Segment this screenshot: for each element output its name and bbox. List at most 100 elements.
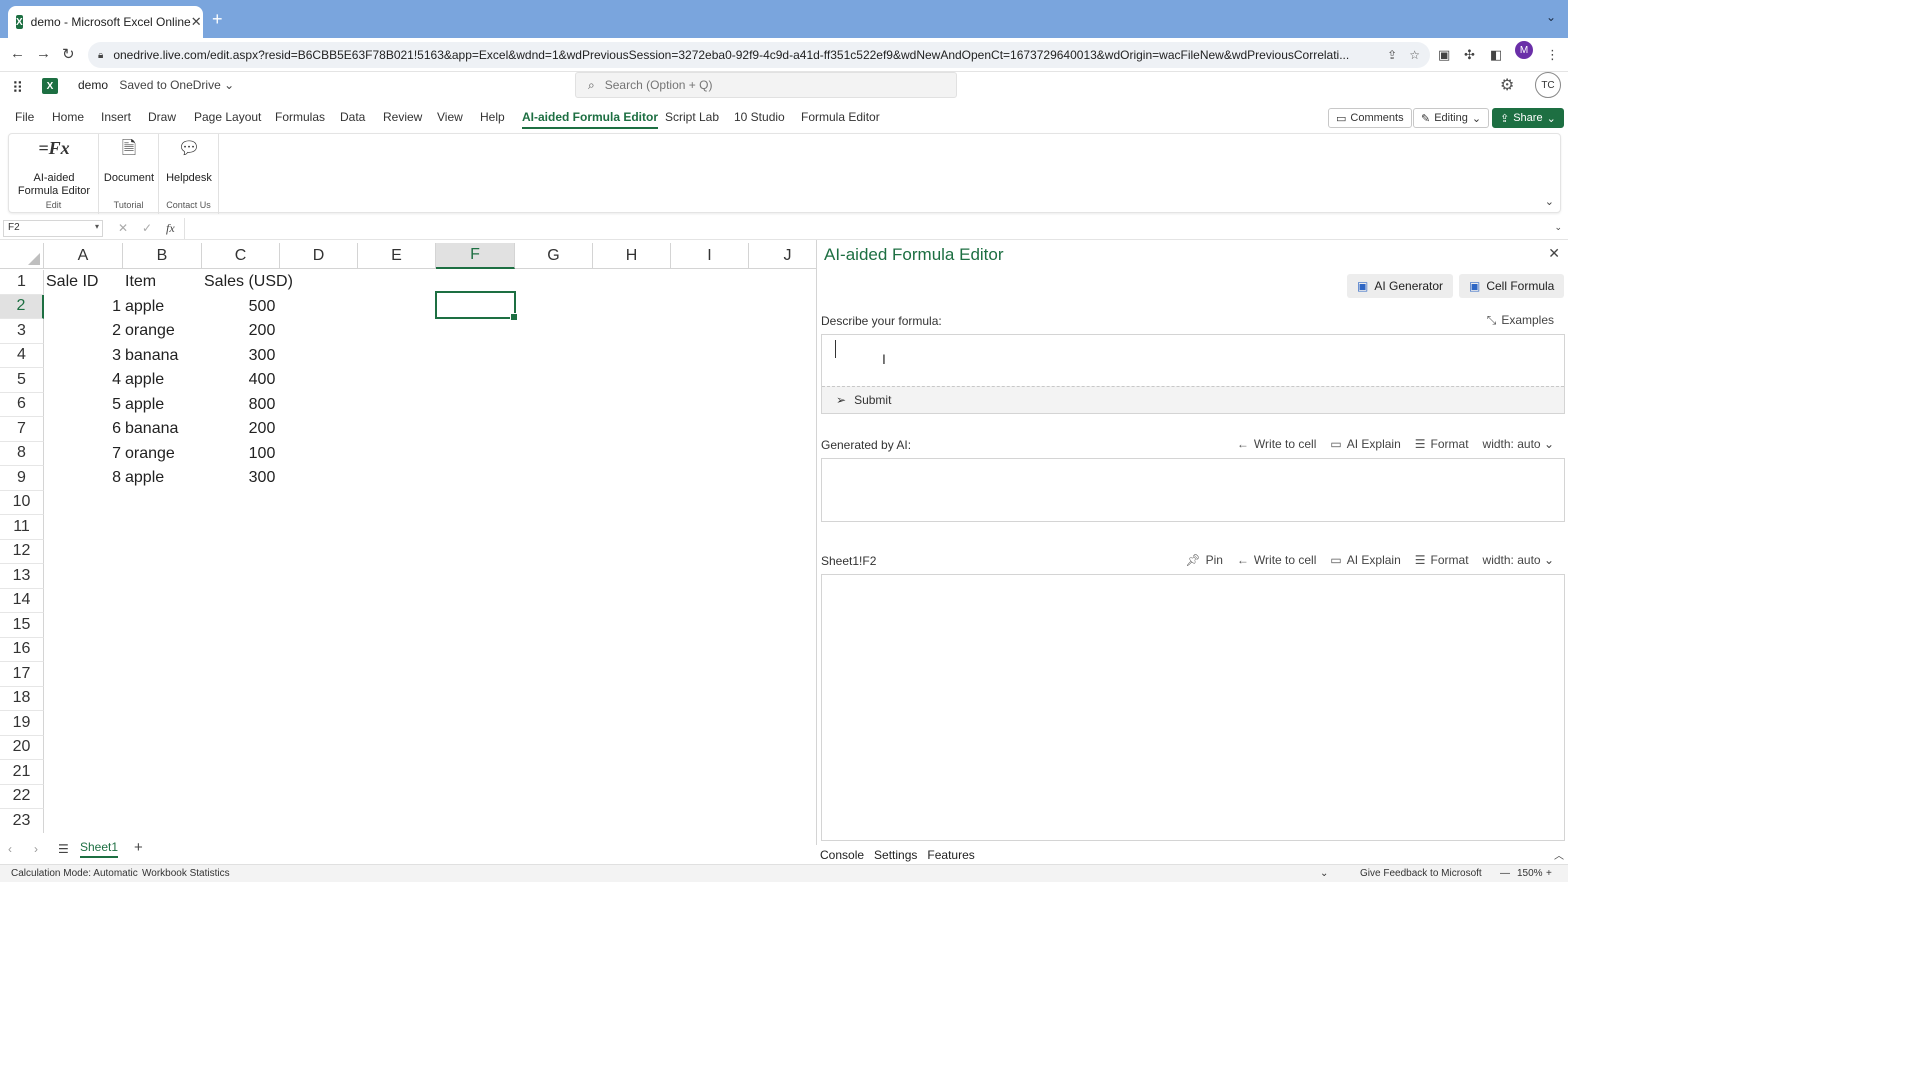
side-panel-icon[interactable]: ◧ — [1490, 47, 1502, 63]
tab-draw[interactable]: Draw — [148, 110, 176, 124]
column-header-d[interactable]: D — [280, 243, 358, 269]
tab-search-chevron-icon[interactable]: ⌄ — [1546, 10, 1556, 24]
cell-c3[interactable]: 200 — [222, 319, 302, 344]
name-box[interactable]: F2 ▾ — [3, 220, 103, 237]
sheet-tab-sheet1[interactable]: Sheet1 — [80, 840, 119, 858]
helpdesk-button[interactable]: 💬︎ Helpdesk — [159, 139, 219, 185]
cell-b2[interactable]: apple — [123, 295, 202, 320]
feedback-link[interactable]: Give Feedback to Microsoft — [1360, 868, 1482, 879]
column-header-i[interactable]: I — [671, 243, 749, 269]
tab-page-layout[interactable]: Page Layout — [194, 110, 261, 124]
browser-tab[interactable]: X demo - Microsoft Excel Online ✕ — [8, 6, 203, 38]
tab-ai-aided-formula-editor[interactable]: AI-aided Formula Editor — [522, 110, 659, 129]
width-select[interactable]: width: auto ⌄ — [1483, 437, 1554, 451]
ai-aided-formula-editor-button[interactable]: =Fx AI-aided Formula Editor — [13, 139, 95, 198]
cell-b3[interactable]: orange — [123, 319, 202, 344]
row-header[interactable]: 2 — [0, 294, 44, 319]
reload-icon[interactable]: ↻ — [62, 45, 75, 63]
ai-explain-button[interactable]: ▭ AI Explain — [1330, 437, 1400, 451]
puzzle-extensions-icon[interactable]: ✣ — [1464, 47, 1475, 63]
scroll-right-icon[interactable]: › — [34, 842, 38, 856]
confirm-check-icon[interactable]: ✓ — [142, 221, 152, 235]
row-header[interactable]: 11 — [0, 515, 44, 540]
tab-insert[interactable]: Insert — [101, 110, 131, 124]
write-to-cell-button[interactable]: ← Write to cell — [1237, 553, 1316, 567]
cell-c6[interactable]: 800 — [222, 393, 302, 418]
insert-function-icon[interactable]: fx — [166, 221, 175, 236]
tab-help[interactable]: Help — [480, 110, 505, 124]
row-header[interactable]: 4 — [0, 343, 44, 368]
row-header[interactable]: 16 — [0, 637, 44, 662]
tab-file[interactable]: File — [15, 110, 34, 124]
comments-button[interactable]: ▭ Comments — [1328, 108, 1412, 128]
tab-10-studio[interactable]: 10 Studio — [734, 110, 785, 124]
row-header[interactable]: 22 — [0, 784, 44, 809]
scroll-left-icon[interactable]: ‹ — [8, 842, 12, 856]
format-button[interactable]: ☰ Format — [1415, 553, 1469, 567]
row-header[interactable]: 18 — [0, 686, 44, 711]
tab-home[interactable]: Home — [52, 110, 84, 124]
cell-b7[interactable]: banana — [123, 417, 202, 442]
cell-b9[interactable]: apple — [123, 466, 202, 491]
pin-button[interactable]: 📌︎ Pin — [1185, 553, 1223, 567]
row-header[interactable]: 3 — [0, 319, 44, 344]
row-header[interactable]: 6 — [0, 392, 44, 417]
forward-arrow-icon[interactable]: → — [36, 45, 51, 62]
tab-view[interactable]: View — [437, 110, 463, 124]
address-bar[interactable]: 🔒︎ onedrive.live.com/edit.aspx?resid=B6C… — [88, 42, 1430, 68]
chevron-down-icon[interactable]: ⌄ — [1320, 868, 1328, 879]
column-header-j[interactable]: J — [749, 243, 816, 269]
column-header-h[interactable]: H — [593, 243, 671, 269]
cell-c5[interactable]: 400 — [222, 368, 302, 393]
search-input[interactable] — [604, 78, 925, 92]
row-header[interactable]: 8 — [0, 441, 44, 466]
zoom-level[interactable]: 150% — [1517, 868, 1543, 879]
row-header[interactable]: 17 — [0, 662, 44, 687]
formula-input[interactable] — [184, 218, 1554, 239]
zoom-out-icon[interactable]: — — [1500, 868, 1510, 879]
row-header[interactable]: 5 — [0, 368, 44, 393]
tab-data[interactable]: Data — [340, 110, 365, 124]
search-box[interactable]: ⌕ — [575, 72, 957, 98]
format-button[interactable]: ☰ Format — [1415, 437, 1469, 451]
column-header-e[interactable]: E — [358, 243, 436, 269]
cell-a5[interactable]: 4 — [44, 368, 123, 393]
browser-profile-avatar[interactable]: M — [1515, 41, 1533, 59]
cell-b4[interactable]: banana — [123, 344, 202, 369]
row-header[interactable]: 19 — [0, 711, 44, 736]
cell-b6[interactable]: apple — [123, 393, 202, 418]
selected-cell-f2[interactable] — [435, 291, 518, 321]
close-tab-icon[interactable]: ✕ — [191, 14, 202, 30]
expand-formula-bar-icon[interactable]: ⌄ — [1554, 222, 1562, 233]
row-header[interactable]: 21 — [0, 760, 44, 785]
generated-formula-box[interactable] — [821, 458, 1565, 522]
cell-c2[interactable]: 500 — [222, 295, 302, 320]
cell-c1[interactable]: Sales (USD) — [202, 270, 302, 295]
row-header[interactable]: 1 — [0, 270, 44, 295]
row-header[interactable]: 23 — [0, 809, 44, 833]
tab-review[interactable]: Review — [383, 110, 422, 124]
cell-formula-button[interactable]: ▣ Cell Formula — [1459, 274, 1565, 298]
zoom-in-icon[interactable]: + — [1546, 868, 1552, 879]
app-launcher-icon[interactable]: ⠿ — [12, 79, 23, 97]
column-header-f[interactable]: F — [436, 243, 515, 269]
cell-a1[interactable]: Sale ID — [44, 270, 123, 295]
add-sheet-icon[interactable]: + — [134, 839, 143, 856]
row-header[interactable]: 13 — [0, 564, 44, 589]
document-button[interactable]: 🗎︎ Document — [99, 139, 159, 185]
column-header-b[interactable]: B — [123, 243, 202, 269]
tab-script-lab[interactable]: Script Lab — [665, 110, 719, 124]
cell-a3[interactable]: 2 — [44, 319, 123, 344]
spreadsheet-grid[interactable]: A B C D E F G H I J 1 2 3 4 5 6 7 8 9 10… — [0, 243, 816, 833]
cell-c8[interactable]: 100 — [222, 442, 302, 467]
cell-a8[interactable]: 7 — [44, 442, 123, 467]
document-title[interactable]: demo Saved to OneDrive ⌄ — [78, 78, 234, 92]
cancel-x-icon[interactable]: ✕ — [118, 221, 128, 235]
close-pane-icon[interactable]: ✕ — [1548, 245, 1560, 262]
tab-formula-editor[interactable]: Formula Editor — [801, 110, 880, 124]
cell-a9[interactable]: 8 — [44, 466, 123, 491]
row-header[interactable]: 9 — [0, 466, 44, 491]
bookmark-star-icon[interactable]: ☆ — [1409, 48, 1420, 62]
describe-formula-input[interactable] — [822, 335, 1564, 385]
row-header[interactable]: 20 — [0, 735, 44, 760]
